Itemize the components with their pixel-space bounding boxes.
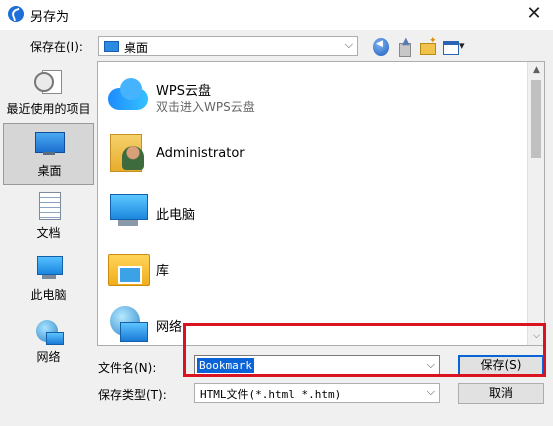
place-label: 桌面 <box>37 164 62 178</box>
item-name: 此电脑 <box>156 208 196 223</box>
save-button[interactable]: 保存(S) <box>458 355 544 376</box>
title-bar: 另存为 ✕ <box>0 0 553 30</box>
item-name: 库 <box>156 264 170 279</box>
look-in-value: 桌面 <box>124 41 149 55</box>
file-name-input[interactable]: Bookmark ⌵ <box>194 355 440 376</box>
user-folder-icon <box>106 128 150 172</box>
desktop-icon <box>34 132 65 158</box>
cancel-button[interactable]: 取消 <box>458 383 544 404</box>
look-in-dropdown[interactable]: 桌面 ⌵ <box>98 36 358 56</box>
place-this-pc[interactable]: 此电脑 <box>3 248 94 310</box>
chevron-down-icon[interactable]: ⌵ <box>427 358 435 372</box>
chevron-down-icon: ⌵ <box>344 38 353 51</box>
scroll-thumb[interactable] <box>531 80 541 158</box>
list-item-network[interactable]: 网络 <box>98 300 528 345</box>
recent-items-icon <box>33 68 64 98</box>
wps-app-icon <box>8 6 24 22</box>
place-documents[interactable]: 文档 <box>3 186 94 248</box>
list-item-this-pc[interactable]: 此电脑 <box>98 184 528 242</box>
documents-icon <box>37 192 61 222</box>
up-folder-button[interactable] <box>395 36 413 57</box>
view-menu-button[interactable] <box>442 38 468 56</box>
close-button[interactable]: ✕ <box>521 2 547 26</box>
desktop-folder-icon <box>104 41 119 52</box>
chevron-down-icon: ⌵ <box>426 385 435 398</box>
file-list[interactable]: WPS云盘 双击进入WPS云盘 Administrator 此电脑 库 网络 ▲… <box>97 61 545 346</box>
place-recent[interactable]: 最近使用的项目 <box>3 62 94 124</box>
place-label: 网络 <box>36 350 61 364</box>
network-icon <box>34 318 64 348</box>
file-type-value: HTML文件(*.html *.htm) <box>200 388 342 401</box>
cloud-icon <box>106 74 150 118</box>
place-network[interactable]: 网络 <box>3 312 94 374</box>
place-label: 此电脑 <box>30 288 67 302</box>
file-type-label: 保存类型(T): <box>98 388 167 402</box>
item-name: Administrator <box>156 146 245 161</box>
item-subtitle: 双击进入WPS云盘 <box>156 100 255 114</box>
list-item-administrator[interactable]: Administrator <box>98 126 528 184</box>
list-item-library[interactable]: 库 <box>98 242 528 300</box>
window-title: 另存为 <box>30 10 70 25</box>
scroll-down-icon[interactable]: ⌵ <box>528 328 544 345</box>
computer-icon <box>34 256 64 282</box>
file-name-label: 文件名(N): <box>98 361 157 375</box>
file-type-dropdown[interactable]: HTML文件(*.html *.htm) ⌵ <box>194 383 440 403</box>
file-name-value[interactable]: Bookmark <box>197 358 254 373</box>
library-icon <box>106 246 150 290</box>
scroll-up-icon[interactable]: ▲ <box>528 62 544 79</box>
place-label: 最近使用的项目 <box>6 102 91 116</box>
new-folder-button[interactable] <box>419 36 437 56</box>
network-icon <box>106 304 150 345</box>
places-bar: 最近使用的项目 桌面 文档 此电脑 网络 <box>3 60 94 380</box>
look-in-label: 保存在(I): <box>30 40 83 54</box>
vertical-scrollbar[interactable]: ▲ ⌵ <box>527 62 544 345</box>
place-desktop[interactable]: 桌面 <box>3 123 94 185</box>
place-label: 文档 <box>36 226 61 240</box>
list-item-wps-cloud[interactable]: WPS云盘 双击进入WPS云盘 <box>98 68 528 126</box>
item-name: WPS云盘 <box>156 84 211 99</box>
computer-icon <box>106 188 150 232</box>
item-name: 网络 <box>156 320 183 335</box>
back-button[interactable] <box>373 38 389 56</box>
